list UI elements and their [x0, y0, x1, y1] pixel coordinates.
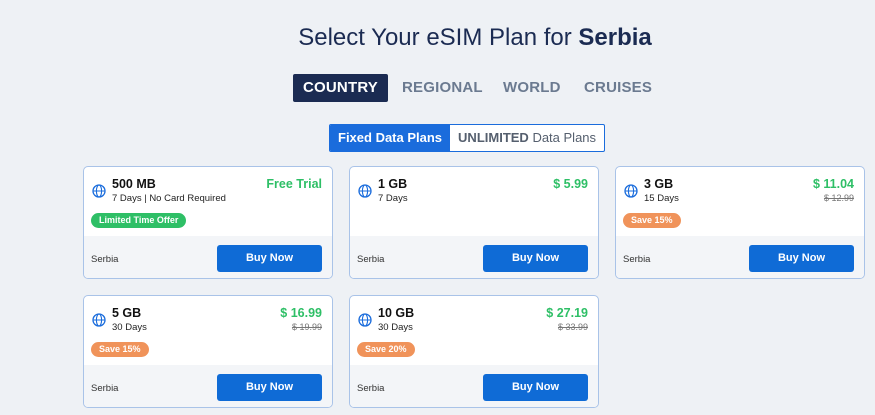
discount-badge: Save 15% — [91, 342, 149, 357]
globe-icon — [92, 184, 106, 198]
fixed-data-plans-option[interactable]: Fixed Data Plans — [330, 125, 451, 151]
plan-price: $ 5.99 — [553, 177, 588, 191]
page-title-text: Select Your eSIM Plan for — [298, 24, 579, 51]
globe-icon — [624, 184, 638, 198]
globe-icon — [358, 184, 372, 198]
page-title: Select Your eSIM Plan for Serbia — [0, 24, 875, 52]
plan-price: $ 16.99 — [280, 306, 322, 320]
plan-card-footer: Serbia Buy Now — [84, 236, 332, 278]
plan-data-amount: 3 GB — [644, 177, 674, 191]
plan-validity: 7 Days | No Card Required — [112, 193, 226, 204]
tab-country[interactable]: COUNTRY — [293, 74, 389, 102]
plan-country: Serbia — [357, 383, 385, 394]
plan-card-500mb: 500 MB 7 Days | No Card Required Free Tr… — [83, 166, 333, 279]
plan-price: Free Trial — [266, 177, 322, 191]
plan-original-price: $ 33.99 — [557, 322, 588, 332]
plan-data-amount: 5 GB — [112, 306, 142, 320]
plan-original-price: $ 12.99 — [823, 193, 854, 203]
plan-price: $ 11.04 — [812, 177, 854, 191]
plan-card-1gb: 1 GB 7 Days $ 5.99 Serbia Buy Now — [349, 166, 599, 279]
unlimited-data-plans-option[interactable]: UNLIMITED Data Plans — [450, 125, 604, 151]
buy-now-button[interactable]: Buy Now — [483, 245, 588, 272]
plan-card-footer: Serbia Buy Now — [616, 236, 864, 278]
tab-regional[interactable]: REGIONAL — [402, 74, 483, 102]
unlimited-suffix: Data Plans — [528, 130, 597, 145]
plan-price: $ 27.19 — [546, 306, 588, 320]
tab-cruises[interactable]: CRUISES — [584, 74, 652, 102]
plan-validity: 7 Days — [378, 193, 408, 204]
plan-country: Serbia — [357, 254, 385, 265]
buy-now-button[interactable]: Buy Now — [217, 245, 322, 272]
buy-now-button[interactable]: Buy Now — [483, 374, 588, 401]
unlimited-label: UNLIMITED — [458, 130, 529, 145]
globe-icon — [358, 313, 372, 327]
plan-validity: 15 Days — [644, 193, 679, 204]
plan-type-toggle: Fixed Data Plans UNLIMITED Data Plans — [329, 124, 606, 152]
plan-original-price: $ 19.99 — [291, 322, 322, 332]
plan-country: Serbia — [623, 254, 651, 265]
plan-data-amount: 500 MB — [112, 177, 156, 191]
plan-card-10gb: 10 GB 30 Days $ 27.19 $ 33.99 Save 20% S… — [349, 295, 599, 408]
plan-country: Serbia — [91, 383, 119, 394]
plan-country: Serbia — [91, 254, 119, 265]
page-title-country: Serbia — [578, 24, 652, 51]
plan-validity: 30 Days — [112, 322, 147, 333]
globe-icon — [92, 313, 106, 327]
plan-card-footer: Serbia Buy Now — [350, 365, 598, 407]
plan-card-5gb: 5 GB 30 Days $ 16.99 $ 19.99 Save 15% Se… — [83, 295, 333, 408]
tab-world[interactable]: WORLD — [503, 74, 561, 102]
plan-data-amount: 10 GB — [378, 306, 415, 320]
buy-now-button[interactable]: Buy Now — [217, 374, 322, 401]
plan-card-footer: Serbia Buy Now — [84, 365, 332, 407]
discount-badge: Save 15% — [623, 213, 681, 228]
plan-card-3gb: 3 GB 15 Days $ 11.04 $ 12.99 Save 15% Se… — [615, 166, 865, 279]
buy-now-button[interactable]: Buy Now — [749, 245, 854, 272]
plan-card-footer: Serbia Buy Now — [350, 236, 598, 278]
plan-data-amount: 1 GB — [378, 177, 408, 191]
discount-badge: Save 20% — [357, 342, 415, 357]
plan-validity: 30 Days — [378, 322, 413, 333]
offer-badge: Limited Time Offer — [91, 213, 187, 228]
